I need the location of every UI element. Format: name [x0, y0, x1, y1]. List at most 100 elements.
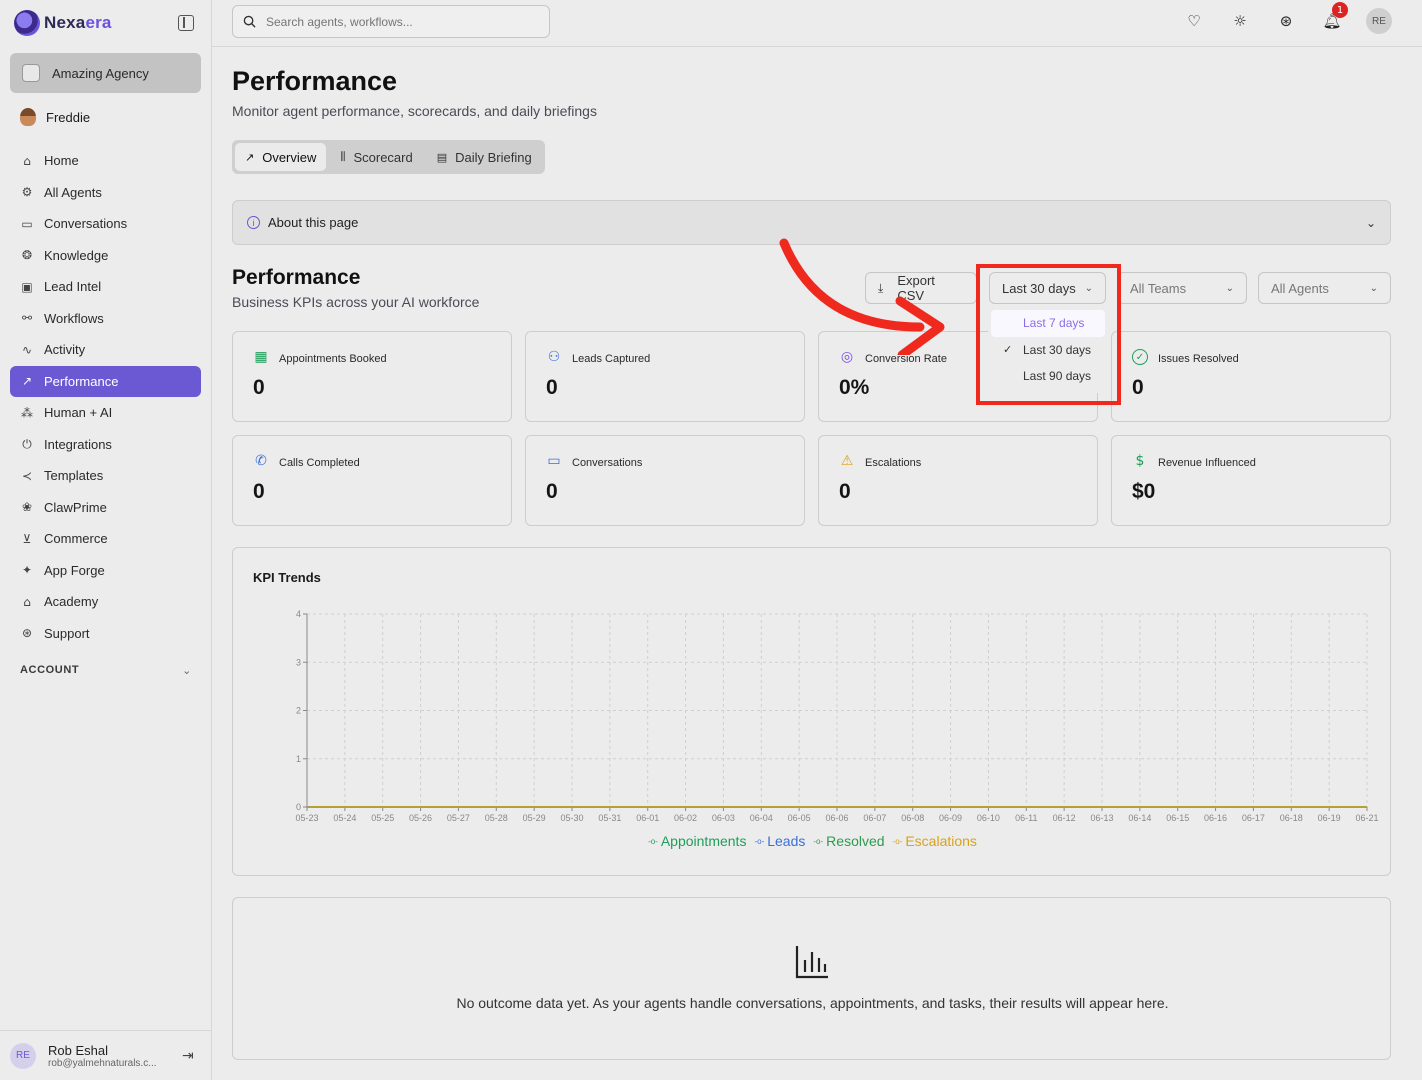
- heart-icon[interactable]: ♡: [1182, 9, 1206, 33]
- sidebar-item-lead-intel[interactable]: ▣ Lead Intel: [10, 271, 201, 303]
- sidebar-item-academy[interactable]: ⌂ Academy: [10, 586, 201, 618]
- sidebar-item-integrations[interactable]: ⏻ Integrations: [10, 429, 201, 461]
- search-box[interactable]: [232, 5, 550, 38]
- page-title: Performance: [232, 66, 398, 96]
- x-tick-label: 05-28: [485, 813, 508, 823]
- user-avatar: [20, 108, 36, 126]
- bottom-user-profile[interactable]: RE Rob Eshal rob@yalmehnaturals.c... ⇥: [0, 1030, 212, 1080]
- sidebar-collapse-icon[interactable]: [178, 15, 194, 31]
- page-subtitle: Monitor agent performance, scorecards, a…: [232, 103, 597, 119]
- sidebar-item-clawprime[interactable]: ❀ ClawPrime: [10, 492, 201, 524]
- sidebar-item-label: Activity: [44, 342, 86, 358]
- x-tick-label: 05-30: [560, 813, 583, 823]
- y-tick-label: 4: [296, 609, 301, 619]
- kpi-card-leads-captured: ⚇ Leads Captured 0: [525, 331, 805, 422]
- kpi-card-calls-completed: ✆ Calls Completed 0: [232, 435, 512, 526]
- sidebar-item-label: Human + AI: [44, 405, 113, 421]
- building-icon: [22, 64, 40, 82]
- x-tick-label: 06-09: [939, 813, 962, 823]
- sidebar-item-commerce[interactable]: ⊻ Commerce: [10, 523, 201, 555]
- tab-scorecard[interactable]: ⫼ Scorecard: [330, 143, 422, 171]
- user-plus-icon: ⚇: [547, 349, 561, 365]
- x-tick-label: 06-18: [1280, 813, 1303, 823]
- legend-label: Resolved: [826, 833, 885, 849]
- sidebar-item-label: Conversations: [44, 216, 128, 232]
- help-lifebuoy-icon[interactable]: ⊛: [1274, 9, 1298, 33]
- x-tick-label: 05-29: [523, 813, 546, 823]
- x-tick-label: 06-06: [825, 813, 848, 823]
- annotation-arrow: [779, 238, 945, 355]
- kpi-card-conversations: ▭ Conversations 0: [525, 435, 805, 526]
- graduation-cap-icon: ⌂: [23, 594, 31, 609]
- logout-icon[interactable]: ⇥: [182, 1048, 194, 1064]
- avatar[interactable]: RE: [1366, 8, 1392, 34]
- kpi-label: Calls Completed: [279, 457, 360, 469]
- sidebar-item-label: Lead Intel: [44, 279, 102, 295]
- x-tick-label: 05-23: [295, 813, 318, 823]
- x-tick-label: 06-14: [1128, 813, 1151, 823]
- brand-name: Nexaera: [44, 13, 112, 32]
- brand-logo[interactable]: Nexaera: [14, 10, 112, 36]
- chevron-down-icon: ⌄: [1225, 282, 1234, 294]
- legend-item-leads[interactable]: -o- Leads: [754, 833, 805, 849]
- section-subtitle: Business KPIs across your AI workforce: [232, 294, 480, 310]
- section-title: Performance: [232, 266, 361, 289]
- trend-icon: ↗: [21, 374, 33, 389]
- kpi-label: Appointments Booked: [279, 353, 387, 365]
- sidebar-item-knowledge[interactable]: ❂ Knowledge: [10, 240, 201, 272]
- kpi-card-appointments-booked: ▦ Appointments Booked 0: [232, 331, 512, 422]
- sidebar-item-human-ai[interactable]: ⁂ Human + AI: [10, 397, 201, 429]
- sidebar-item-conversations[interactable]: ▭ Conversations: [10, 208, 201, 240]
- chart-legend: -o- Appointments -o- Leads -o- Resolved -o- Esc…: [233, 833, 1392, 849]
- agents-filter-select[interactable]: All Agents ⌄: [1258, 272, 1391, 304]
- kpi-label: Issues Resolved: [1158, 353, 1239, 365]
- current-user[interactable]: Freddie: [20, 108, 90, 126]
- sidebar-item-app-forge[interactable]: ✦ App Forge: [10, 555, 201, 587]
- sidebar-item-all-agents[interactable]: ⚙ All Agents: [10, 177, 201, 209]
- sidebar-item-workflows[interactable]: ⚯ Workflows: [10, 303, 201, 335]
- sidebar-nav: ⌂ Home ⚙ All Agents ▭ Conversations ❂ Knowledge…: [10, 145, 201, 649]
- sidebar-item-support[interactable]: ⊛ Support: [10, 618, 201, 650]
- sidebar: Nexaera Amazing Agency Freddie ⌂ Home ⚙ All…: [0, 0, 212, 1080]
- kpi-label: Conversations: [572, 457, 643, 469]
- y-tick-label: 3: [296, 657, 301, 667]
- tab-label: Daily Briefing: [455, 149, 532, 165]
- legend-label: Escalations: [905, 833, 977, 849]
- sidebar-item-home[interactable]: ⌂ Home: [10, 145, 201, 177]
- sidebar-item-label: App Forge: [44, 562, 105, 578]
- kpi-label: Leads Captured: [572, 353, 651, 365]
- x-tick-label: 06-19: [1318, 813, 1341, 823]
- x-tick-label: 06-16: [1204, 813, 1227, 823]
- legend-marker-icon: -o-: [892, 836, 903, 846]
- sidebar-item-performance[interactable]: ↗ Performance: [10, 365, 201, 397]
- search-icon: [243, 15, 256, 28]
- chevron-down-icon: ⌄: [182, 664, 192, 677]
- tab-overview[interactable]: ↗ Overview: [235, 143, 327, 171]
- calendar-check-icon: ▦: [254, 349, 268, 365]
- bell-icon[interactable]: 🔔︎ 1: [1320, 2, 1348, 33]
- tab-daily-briefing[interactable]: ▤ Daily Briefing: [427, 143, 542, 171]
- legend-marker-icon: -o-: [648, 836, 658, 846]
- bottom-user-info: Rob Eshal rob@yalmehnaturals.c...: [48, 1043, 157, 1069]
- x-tick-label: 06-12: [1053, 813, 1076, 823]
- kpi-value: 0: [839, 480, 851, 503]
- sidebar-item-label: Knowledge: [44, 247, 109, 263]
- y-tick-label: 1: [296, 754, 301, 764]
- legend-item-resolved[interactable]: -o- Resolved: [813, 833, 884, 849]
- teams-filter-select[interactable]: All Teams ⌄: [1117, 272, 1247, 304]
- sidebar-item-templates[interactable]: ≺ Templates: [10, 460, 201, 492]
- sidebar-item-activity[interactable]: ∿ Activity: [10, 334, 201, 366]
- cart-icon: ⊻: [22, 531, 32, 546]
- legend-item-appointments[interactable]: -o- Appointments: [648, 833, 746, 849]
- kpi-value: 0: [1132, 376, 1144, 399]
- search-input[interactable]: [266, 14, 536, 29]
- legend-item-escalations[interactable]: -o- Escalations: [893, 833, 977, 849]
- account-section-toggle[interactable]: ACCOUNT ⌄: [20, 664, 192, 677]
- page-tabs: ↗ Overview ⫼ Scorecard ▤ Daily Briefing: [232, 140, 545, 174]
- workflow-icon: ⚯: [21, 311, 33, 326]
- sidebar-item-label: ClawPrime: [44, 499, 107, 515]
- theme-toggle-icon[interactable]: ☼: [1228, 9, 1252, 33]
- legend-label: Appointments: [660, 833, 747, 849]
- org-switcher[interactable]: Amazing Agency: [10, 53, 201, 93]
- kpi-card-escalations: ⚠ Escalations 0: [818, 435, 1098, 526]
